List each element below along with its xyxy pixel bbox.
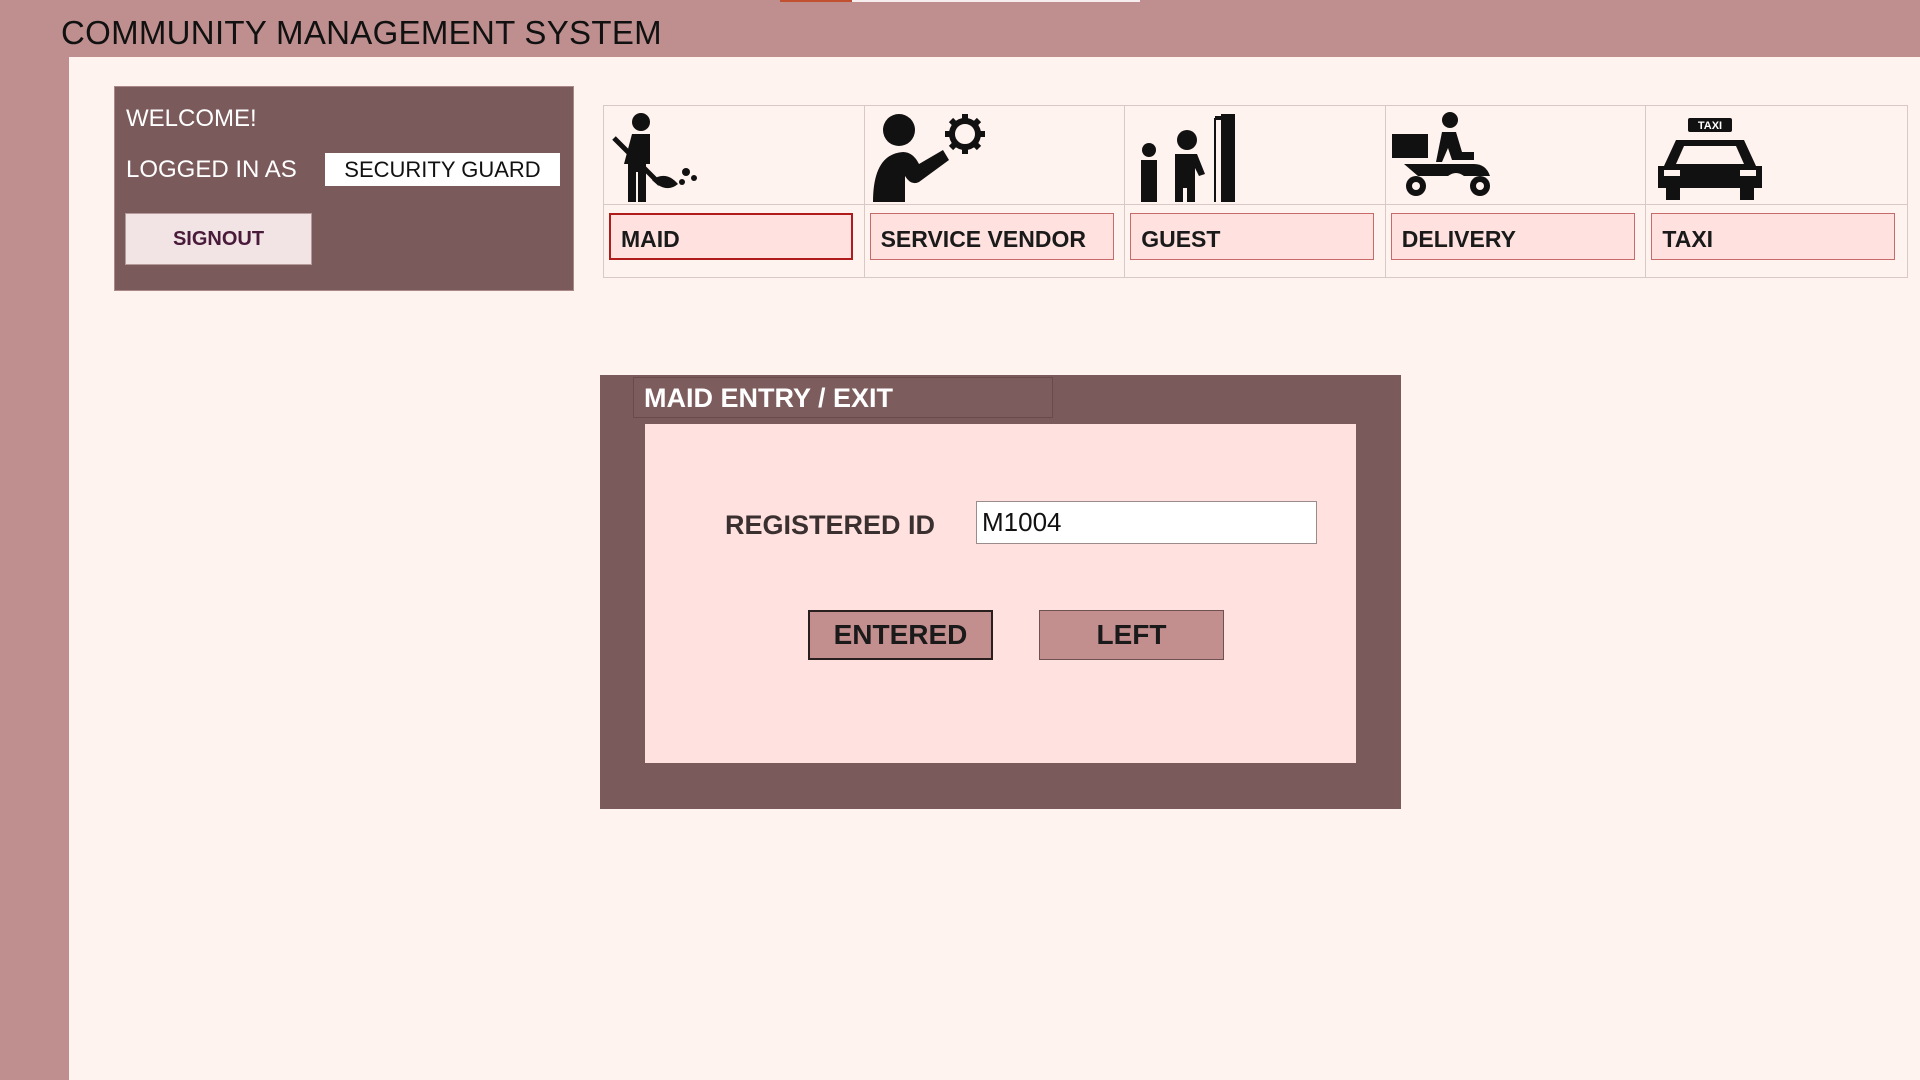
category-guest: GUEST xyxy=(1125,106,1386,277)
category-button-service-vendor[interactable]: SERVICE VENDOR xyxy=(869,213,1114,260)
top-accent-strip xyxy=(780,0,1140,2)
taxi-icon: TAXI xyxy=(1658,118,1763,200)
service-vendor-icon xyxy=(872,114,985,202)
app-title: COMMUNITY MANAGEMENT SYSTEM xyxy=(61,14,662,51)
category-icon-area xyxy=(1385,106,1646,205)
delivery-icon xyxy=(1391,112,1490,196)
entry-form: REGISTERED ID ENTERED LEFT xyxy=(645,424,1356,763)
category-button-maid[interactable]: MAID xyxy=(609,213,853,260)
category-taxi: TAXI TAXI xyxy=(1646,106,1907,277)
registered-id-label: REGISTERED ID xyxy=(725,510,936,540)
entry-panel-title: MAID ENTRY / EXIT xyxy=(644,383,894,413)
user-role-badge: SECURITY GUARD xyxy=(325,153,560,186)
entry-exit-panel: MAID ENTRY / EXIT REGISTERED ID ENTERED … xyxy=(600,375,1401,809)
entered-button[interactable]: ENTERED xyxy=(808,610,993,660)
signout-button[interactable]: SIGNOUT xyxy=(125,213,312,265)
taxi-sign-text: TAXI xyxy=(1698,120,1722,132)
welcome-greeting: WELCOME! xyxy=(126,105,257,132)
guest-icon xyxy=(1141,114,1236,202)
category-service-vendor: SERVICE VENDOR xyxy=(864,106,1126,277)
category-button-guest[interactable]: GUEST xyxy=(1130,213,1375,260)
category-icon-area: TAXI xyxy=(1646,106,1907,205)
category-icon-area xyxy=(604,106,864,205)
visitor-category-strip: MAID SERVICE VENDOR GUEST DELIVERY TAXI … xyxy=(603,105,1908,278)
registered-id-input[interactable] xyxy=(976,501,1317,544)
category-icon-area xyxy=(864,106,1125,205)
category-maid: MAID xyxy=(604,106,865,277)
category-button-taxi[interactable]: TAXI xyxy=(1651,213,1896,260)
category-button-delivery[interactable]: DELIVERY xyxy=(1390,213,1635,260)
logged-in-label: LOGGED IN AS xyxy=(126,156,297,183)
maid-icon xyxy=(612,113,697,202)
category-delivery: DELIVERY xyxy=(1385,106,1647,277)
welcome-panel: WELCOME! LOGGED IN AS SECURITY GUARD SIG… xyxy=(114,86,574,291)
left-button[interactable]: LEFT xyxy=(1039,610,1224,660)
category-icon-area xyxy=(1125,106,1385,205)
